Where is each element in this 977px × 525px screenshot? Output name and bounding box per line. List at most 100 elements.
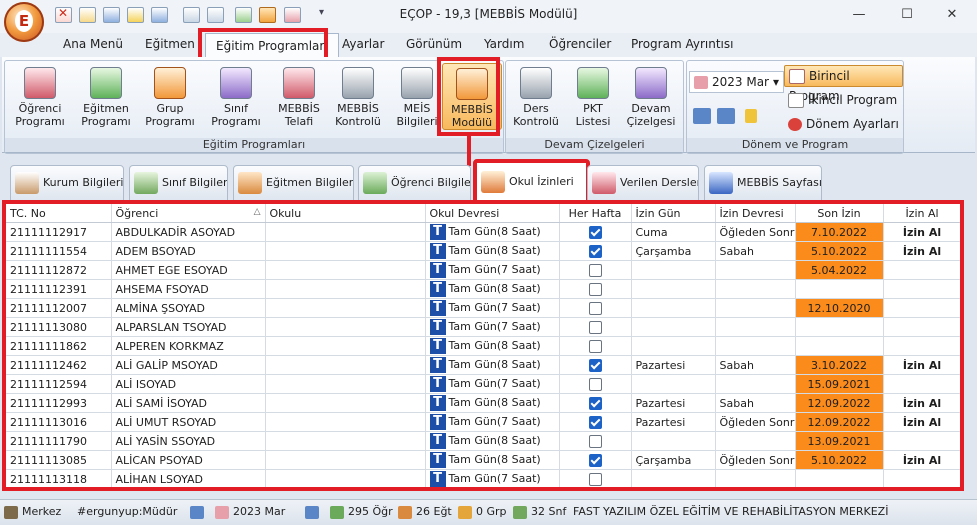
cell-izin-devresi[interactable] <box>715 336 796 356</box>
cell-tc-no[interactable]: 21111113080 <box>6 317 112 337</box>
close-icon[interactable]: ✕ <box>938 5 966 25</box>
cell-ogrenci[interactable]: ABDULKADİR ASOYAD <box>111 222 266 242</box>
table-row[interactable]: 21111112993 ALİ SAMİ İSOYAD T Tam Gün(8 Saa… <box>6 393 960 413</box>
cell-izin-gun[interactable]: Pazartesi <box>631 412 716 432</box>
cell-her-hafta[interactable] <box>559 336 632 356</box>
cell-ogrenci[interactable]: ALMİNA ŞSOYAD <box>111 298 266 318</box>
cell-ogrenci[interactable]: ALİ GALİP MSOYAD <box>111 355 266 375</box>
cell-her-hafta[interactable] <box>559 279 632 299</box>
cell-izin-gun[interactable] <box>631 260 716 280</box>
tab-ogrenci-bilgileri[interactable]: Öğrenci Bilgileri <box>358 165 471 201</box>
cell-her-hafta[interactable] <box>559 393 632 413</box>
table-row[interactable]: 21111113080 ALPARSLAN TSOYAD T Tam Gün(7 Sa… <box>6 317 960 337</box>
cell-okul-devresi[interactable]: T Tam Gün(8 Saat) <box>425 241 560 261</box>
cell-tc-no[interactable]: 21111111554 <box>6 241 112 261</box>
cell-izin-devresi[interactable] <box>715 317 796 337</box>
sinif-programi-button[interactable]: Sınıf Programı <box>205 63 267 128</box>
her-hafta-checkbox[interactable] <box>588 225 602 239</box>
cell-izin-devresi[interactable] <box>715 469 796 487</box>
cell-ogrenci[interactable]: ADEM BSOYAD <box>111 241 266 261</box>
cell-her-hafta[interactable] <box>559 260 632 280</box>
status-next-button[interactable] <box>305 505 323 519</box>
her-hafta-checkbox[interactable] <box>588 339 602 353</box>
cell-izin-gun[interactable]: Cuma <box>631 222 716 242</box>
cell-okulu[interactable] <box>265 393 426 413</box>
cell-ogrenci[interactable]: ALİ YASİN SSOYAD <box>111 431 266 451</box>
cell-ogrenci[interactable]: ALİHAN LSOYAD <box>111 469 266 487</box>
izin-al-button[interactable] <box>883 469 960 487</box>
table-row[interactable]: 21111113016 ALİ UMUT RSOYAD T Tam Gün(7 Saa… <box>6 412 960 432</box>
birincil-program-button[interactable]: Birincil Program <box>784 65 903 103</box>
table-row[interactable]: 21111112917 ABDULKADİR ASOYAD T Tam Gün(8 S… <box>6 222 960 242</box>
cell-tc-no[interactable]: 21111113118 <box>6 469 112 487</box>
ikincil-program-button[interactable]: İkincil Program <box>784 90 900 110</box>
col-her-hafta[interactable]: Her Hafta <box>559 204 632 223</box>
izin-al-button[interactable]: İzin Al <box>883 393 960 413</box>
izin-al-button[interactable]: İzin Al <box>883 355 960 375</box>
cell-okul-devresi[interactable]: T Tam Gün(8 Saat) <box>425 393 560 413</box>
col-tc-no[interactable]: TC. No <box>6 204 112 223</box>
cell-okulu[interactable] <box>265 317 426 337</box>
cell-tc-no[interactable]: 21111112594 <box>6 374 112 394</box>
cell-izin-devresi[interactable]: Öğleden Sonra <box>715 450 796 470</box>
cell-her-hafta[interactable] <box>559 355 632 375</box>
cell-son-izin[interactable]: 7.10.2022 <box>795 222 884 242</box>
cell-son-izin[interactable]: 12.10.2020 <box>795 298 884 318</box>
cell-ogrenci[interactable]: AHSEMA FSOYAD <box>111 279 266 299</box>
mebbis-telafi-button[interactable]: MEBBİS Telafi <box>268 63 330 128</box>
menu-egitmen[interactable]: Eğitmen <box>145 37 195 51</box>
cell-okul-devresi[interactable]: T Tam Gün(8 Saat) <box>425 431 560 451</box>
table-row[interactable]: 21111111862 ALPEREN KORKMAZ T Tam Gün(8 Saa… <box>6 336 960 356</box>
cell-izin-devresi[interactable] <box>715 431 796 451</box>
cell-izin-devresi[interactable] <box>715 374 796 394</box>
maximize-icon[interactable]: ☐ <box>893 5 921 25</box>
cell-izin-gun[interactable] <box>631 336 716 356</box>
izin-al-button[interactable] <box>883 431 960 451</box>
cell-son-izin[interactable] <box>795 279 884 299</box>
izin-al-button[interactable] <box>883 298 960 318</box>
cell-okul-devresi[interactable]: T Tam Gün(7 Saat) <box>425 317 560 337</box>
cell-ogrenci[interactable]: ALİ SAMİ İSOYAD <box>111 393 266 413</box>
cell-ogrenci[interactable]: ALİ ISOYAD <box>111 374 266 394</box>
cell-izin-devresi[interactable]: Öğleden Sonra <box>715 222 796 242</box>
meis-bilgileri-button[interactable]: MEİS Bilgileri <box>386 63 448 128</box>
ders-kontrolu-button[interactable]: Ders Kontrolü <box>508 63 564 128</box>
col-izin-devresi[interactable]: İzin Devresi <box>715 204 796 223</box>
cell-ogrenci[interactable]: ALİCAN PSOYAD <box>111 450 266 470</box>
izin-al-button[interactable] <box>883 260 960 280</box>
cell-son-izin[interactable]: 12.09.2022 <box>795 393 884 413</box>
cell-okul-devresi[interactable]: T Tam Gün(8 Saat) <box>425 450 560 470</box>
col-izin-al[interactable]: İzin Al <box>883 204 960 223</box>
her-hafta-checkbox[interactable] <box>588 396 602 410</box>
cell-her-hafta[interactable] <box>559 222 632 242</box>
cell-ogrenci[interactable]: ALPARSLAN TSOYAD <box>111 317 266 337</box>
cell-tc-no[interactable]: 21111112872 <box>6 260 112 280</box>
cell-okul-devresi[interactable]: T Tam Gün(7 Saat) <box>425 374 560 394</box>
cell-okul-devresi[interactable]: T Tam Gün(8 Saat) <box>425 222 560 242</box>
table-row[interactable]: 21111112391 AHSEMA FSOYAD T Tam Gün(8 Saat) <box>6 279 960 299</box>
col-son-izin[interactable]: Son İzin <box>795 204 884 223</box>
her-hafta-checkbox[interactable] <box>588 472 602 486</box>
table-row[interactable]: 21111112872 AHMET EGE ESOYAD T Tam Gün(7 Sa… <box>6 260 960 280</box>
cell-son-izin[interactable]: 15.09.2021 <box>795 374 884 394</box>
tab-egitmen-bilgileri[interactable]: Eğitmen Bilgileri <box>233 165 354 201</box>
status-prev-button[interactable] <box>190 505 208 519</box>
cell-okulu[interactable] <box>265 279 426 299</box>
cell-tc-no[interactable]: 21111111790 <box>6 431 112 451</box>
lock-button[interactable] <box>741 105 764 125</box>
her-hafta-checkbox[interactable] <box>588 301 602 315</box>
menu-ogrenciler[interactable]: Öğrenciler <box>549 37 611 51</box>
cell-izin-devresi[interactable]: Sabah <box>715 355 796 375</box>
cell-her-hafta[interactable] <box>559 317 632 337</box>
devam-cizelgesi-button[interactable]: Devam Çizelgesi <box>622 63 680 128</box>
cell-her-hafta[interactable] <box>559 412 632 432</box>
cell-okulu[interactable] <box>265 241 426 261</box>
cell-son-izin[interactable]: 5.10.2022 <box>795 450 884 470</box>
app-logo-icon[interactable]: E <box>4 2 44 42</box>
table-row[interactable]: 21111112594 ALİ ISOYAD T Tam Gün(7 Saat) 15.… <box>6 374 960 394</box>
cell-okulu[interactable] <box>265 431 426 451</box>
cell-tc-no[interactable]: 21111112462 <box>6 355 112 375</box>
cell-izin-gun[interactable]: Pazartesi <box>631 393 716 413</box>
cell-her-hafta[interactable] <box>559 450 632 470</box>
month-select[interactable]: 2023 Mar ▾ <box>689 71 784 93</box>
